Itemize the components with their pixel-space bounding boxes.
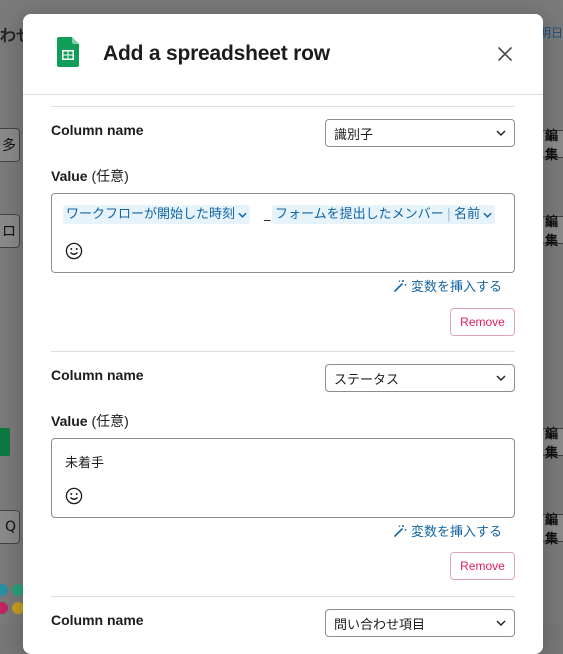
- variable-chip-property: 名前: [454, 207, 481, 222]
- column-name-select[interactable]: 問い合わせ項目: [325, 609, 515, 637]
- bg-left-tile: 多: [0, 128, 20, 162]
- variable-chip-label: フォームを提出したメンバー: [275, 207, 444, 222]
- magic-wand-icon: [394, 524, 407, 537]
- column-name-value: ステータス: [334, 372, 400, 388]
- emoji-icon[interactable]: [65, 487, 83, 505]
- close-icon: [498, 47, 512, 61]
- value-input[interactable]: ワークフローが開始した時刻 _ フォームを提出したメンバー | 名前: [51, 193, 515, 273]
- value-label: Value (任意): [51, 411, 129, 431]
- bg-edit-button: 編集: [541, 129, 563, 163]
- separator-text: _: [264, 207, 271, 222]
- bg-edit-button: 編集: [541, 215, 563, 249]
- column-name-label: Column name: [51, 612, 144, 628]
- column-name-select[interactable]: ステータス: [325, 364, 515, 392]
- variable-chip-label: ワークフローが開始した時刻: [66, 207, 236, 222]
- add-row-modal: Add a spreadsheet row Column name 識別子 Va…: [23, 14, 543, 654]
- chip-separator: |: [446, 207, 452, 222]
- bg-app-dot: [0, 602, 8, 614]
- emoji-icon[interactable]: [65, 242, 83, 260]
- modal-title: Add a spreadsheet row: [103, 42, 330, 65]
- insert-variable-label: 変数を挿入する: [411, 525, 503, 540]
- close-button[interactable]: [493, 42, 517, 66]
- optional-marker: (任意): [91, 413, 129, 429]
- row-divider: [51, 106, 515, 107]
- bg-left-tile: ロ: [0, 214, 20, 248]
- value-text: 未着手: [65, 456, 105, 471]
- optional-marker: (任意): [91, 168, 129, 184]
- chevron-down-icon: [496, 620, 506, 626]
- modal-header: Add a spreadsheet row: [23, 14, 543, 95]
- value-label-text: Value: [51, 168, 88, 184]
- value-input[interactable]: 未着手: [51, 438, 515, 518]
- bg-edit-button: 編集: [541, 427, 563, 461]
- column-name-value: 問い合わせ項目: [334, 617, 426, 633]
- column-name-select[interactable]: 識別子: [325, 119, 515, 147]
- insert-variable-label: 変数を挿入する: [411, 280, 503, 295]
- column-name-value: 識別子: [334, 127, 374, 143]
- column-name-label: Column name: [51, 122, 144, 138]
- insert-variable-link[interactable]: 変数を挿入する: [393, 521, 502, 540]
- remove-button[interactable]: Remove: [450, 308, 515, 336]
- chevron-down-icon: [496, 375, 506, 381]
- bg-edit-button: 編集: [541, 513, 563, 547]
- remove-button[interactable]: Remove: [450, 552, 515, 580]
- chevron-down-icon: [238, 212, 247, 218]
- chevron-down-icon: [496, 130, 506, 136]
- column-name-label: Column name: [51, 367, 144, 383]
- bg-sheets-icon: [0, 428, 10, 456]
- google-sheets-icon: [57, 37, 79, 67]
- modal-body[interactable]: Column name 識別子 Value (任意) ワークフローが開始した時刻…: [23, 95, 543, 654]
- bg-app-dot: [0, 584, 8, 596]
- variable-chip[interactable]: ワークフローが開始した時刻: [63, 205, 251, 224]
- chevron-down-icon: [483, 212, 492, 218]
- insert-variable-link[interactable]: 変数を挿入する: [393, 276, 502, 295]
- value-label: Value (任意): [51, 166, 129, 186]
- bg-left-tile: Q: [0, 510, 20, 544]
- variable-chip[interactable]: フォームを提出したメンバー | 名前: [272, 205, 496, 224]
- row-divider: [51, 351, 515, 352]
- value-label-text: Value: [51, 413, 88, 429]
- row-divider: [51, 596, 515, 597]
- magic-wand-icon: [394, 279, 407, 292]
